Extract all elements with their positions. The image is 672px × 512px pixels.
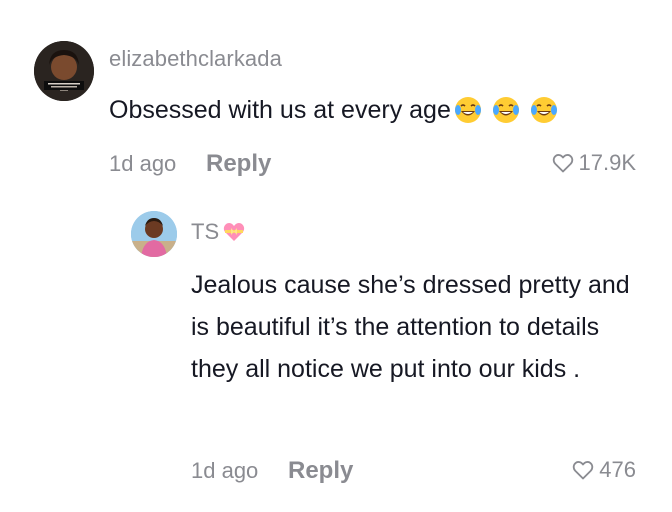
avatar[interactable]: [131, 211, 177, 257]
like-button[interactable]: 476: [571, 457, 636, 483]
joy-emoji-icon: [492, 97, 519, 123]
comment-text: Obsessed with us at every age: [109, 89, 559, 131]
reply-timestamp: 1d ago: [191, 458, 259, 483]
like-count: 17.9K: [578, 150, 637, 175]
joy-emoji-icon: [530, 97, 557, 123]
reply-button[interactable]: Reply: [288, 457, 353, 485]
avatar-image-icon: [131, 211, 177, 257]
like-button[interactable]: 17.9K: [551, 150, 637, 176]
avatar[interactable]: [34, 41, 94, 101]
heart-with-ribbon-icon: [224, 223, 245, 241]
avatar-image-icon: [34, 41, 94, 101]
reply-username-row: TS: [191, 219, 246, 245]
reply-text: Jealous cause she’s dressed pretty and i…: [191, 271, 630, 383]
comment-timestamp: 1d ago: [109, 151, 177, 176]
joy-emoji-icon: [454, 97, 481, 123]
emoji-group: [453, 95, 559, 125]
heart-outline-icon: [573, 461, 594, 480]
like-count: 476: [599, 457, 636, 482]
comment-username[interactable]: elizabethclarkada: [109, 46, 282, 72]
heart-outline-icon: [552, 154, 573, 173]
comment-text-content: Obsessed with us at every age: [109, 96, 451, 124]
reply-button[interactable]: Reply: [206, 150, 271, 178]
reply-username[interactable]: TS: [191, 219, 219, 245]
